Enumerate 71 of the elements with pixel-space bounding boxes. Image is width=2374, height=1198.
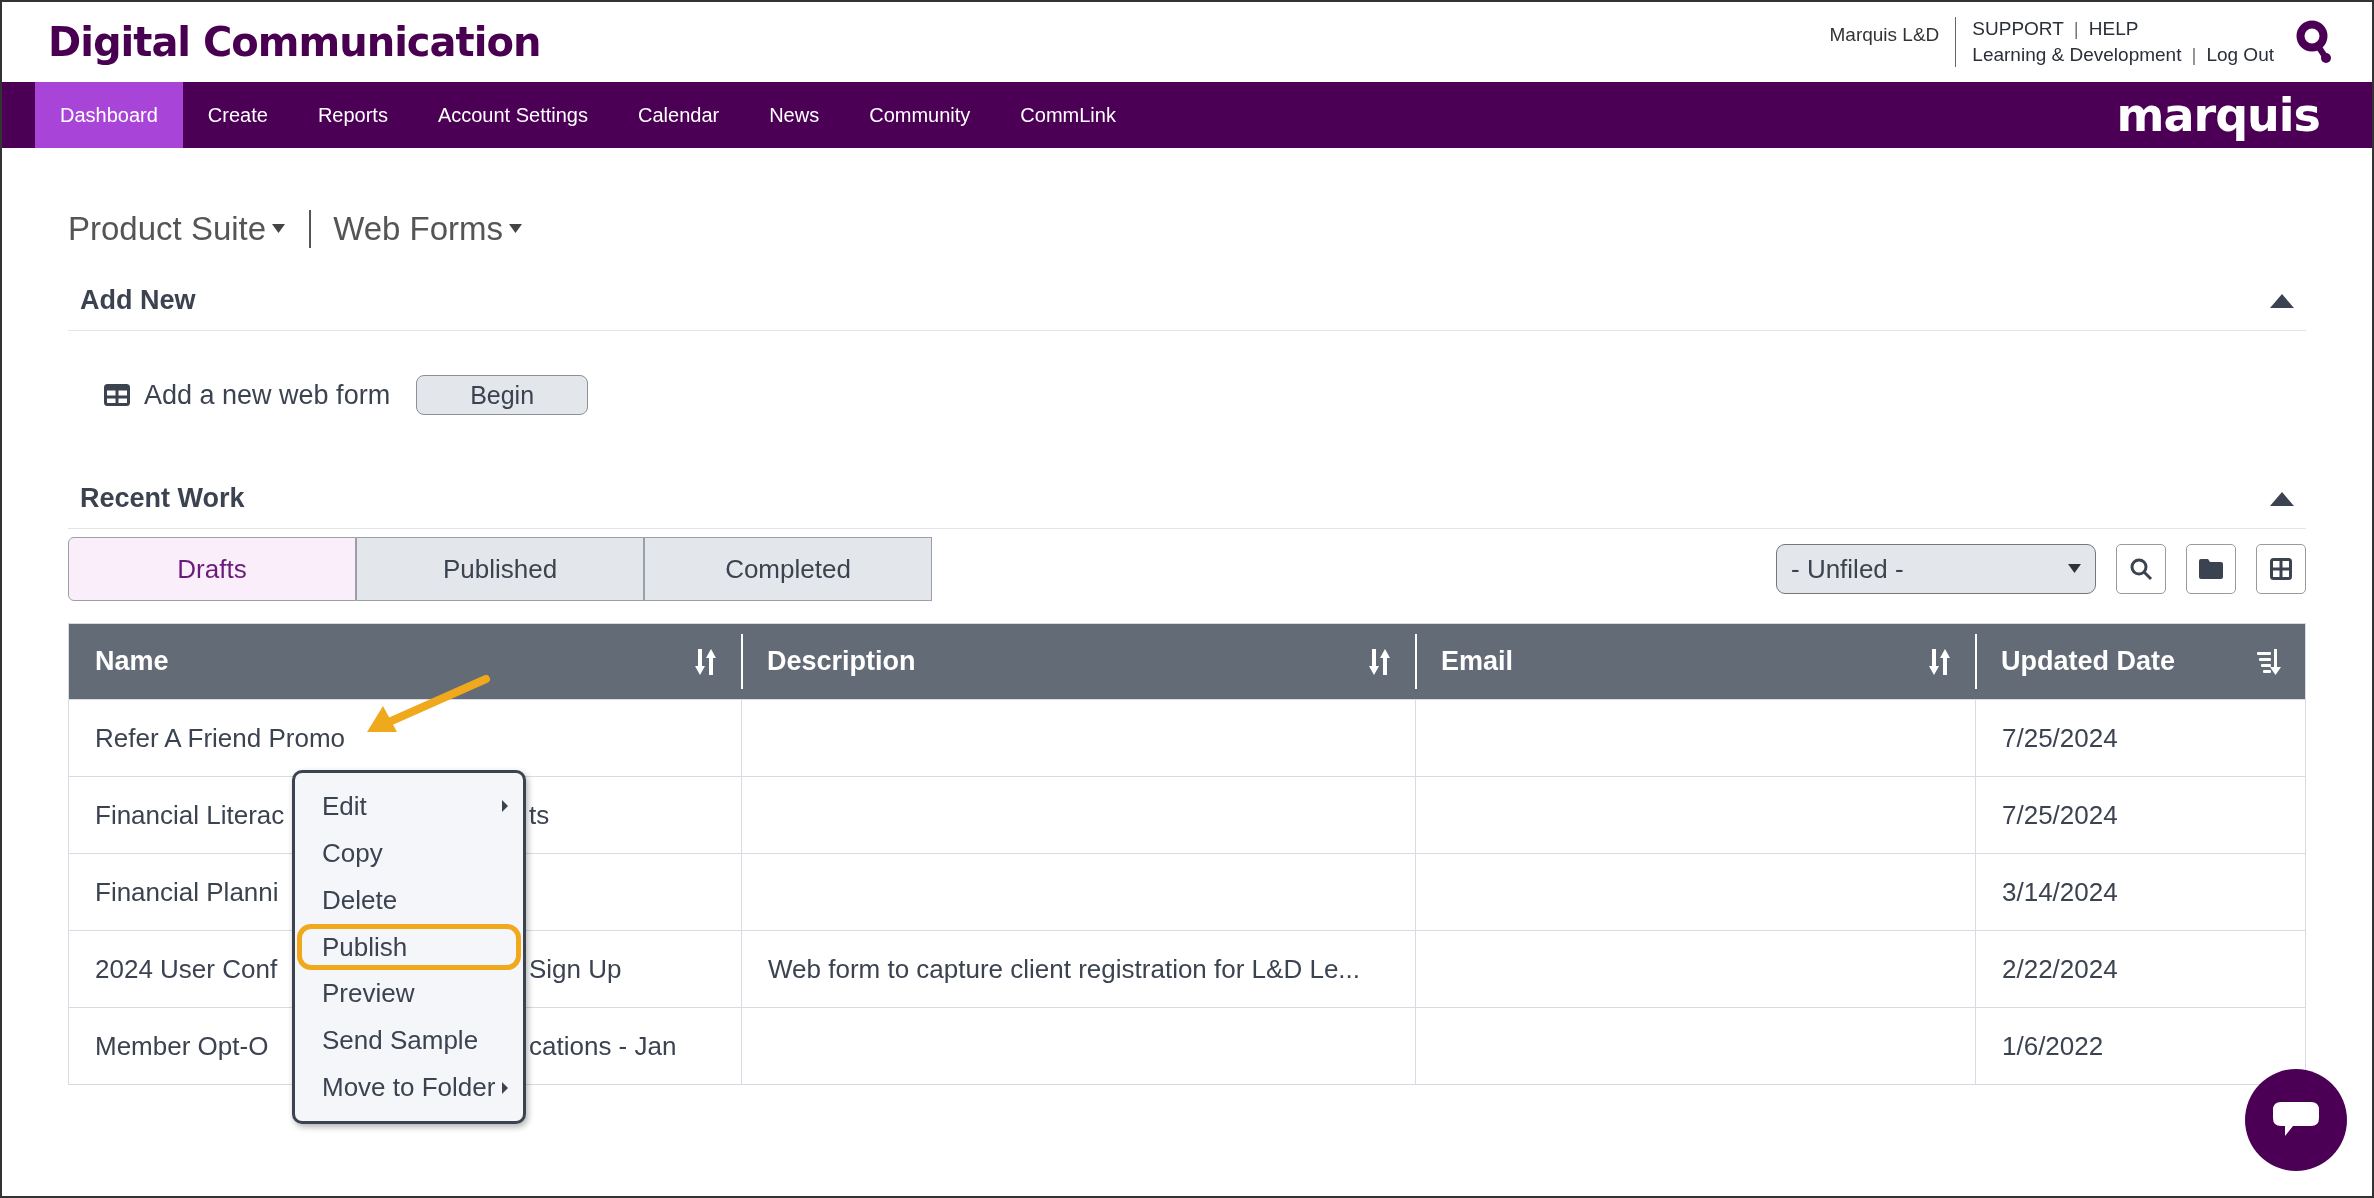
- grid-view-button[interactable]: [2256, 544, 2306, 594]
- search-icon[interactable]: [2296, 20, 2332, 64]
- nav-tab[interactable]: Dashboard: [35, 82, 183, 148]
- table-cell: 7/25/2024: [1975, 699, 2305, 776]
- collapse-icon[interactable]: [2270, 491, 2294, 506]
- table-cell: 7/25/2024: [1975, 776, 2305, 853]
- table-icon: [104, 384, 130, 406]
- column-label: Name: [95, 646, 169, 677]
- submenu-caret-icon: [502, 1081, 508, 1094]
- caret-down-icon: [272, 224, 286, 234]
- nav-tab[interactable]: Community: [844, 82, 996, 148]
- sort-descending-icon[interactable]: [2257, 648, 2281, 675]
- menu-item[interactable]: Preview: [297, 970, 521, 1018]
- menu-item[interactable]: Move to Folder: [297, 1064, 521, 1111]
- column-header[interactable]: Updated Date: [1975, 624, 2305, 699]
- nav-tab[interactable]: Create: [182, 82, 293, 148]
- search-button[interactable]: [2116, 544, 2166, 594]
- nav-tab[interactable]: Reports: [292, 82, 413, 148]
- cell-text: Sign Up: [529, 953, 622, 985]
- table-cell: Web form to capture client registration for L&D Le...: [741, 930, 1415, 1007]
- column-header[interactable]: Email: [1415, 624, 1975, 699]
- nav-tab[interactable]: News: [744, 82, 845, 148]
- breadcrumb-dropdown[interactable]: Web Forms: [333, 210, 547, 248]
- app-title: Digital Communication: [48, 19, 542, 65]
- column-header[interactable]: Description: [741, 624, 1415, 699]
- header-link[interactable]: SUPPORT: [1972, 18, 2064, 40]
- add-form-label: Add a new web form: [144, 379, 391, 411]
- header-link[interactable]: HELP: [2088, 18, 2139, 40]
- header-link[interactable]: Learning & Development: [1972, 44, 2182, 66]
- folder-icon: [2199, 559, 2223, 579]
- breadcrumb-dropdown[interactable]: Product Suite: [68, 210, 310, 248]
- header-link[interactable]: Log Out: [2206, 44, 2274, 66]
- section-title: Recent Work: [80, 483, 245, 514]
- work-tab[interactable]: Completed: [644, 537, 932, 601]
- nav-tab[interactable]: Calendar: [613, 82, 745, 148]
- column-header[interactable]: Name: [69, 624, 741, 699]
- sort-icon[interactable]: [1369, 648, 1391, 675]
- search-icon: [2129, 557, 2153, 581]
- table-cell: 2/22/2024: [1975, 930, 2305, 1007]
- link-separator: |: [2190, 44, 2198, 66]
- folder-select[interactable]: - Unfiled -: [1776, 544, 2096, 594]
- cell-text: cations - Jan: [529, 1030, 677, 1062]
- collapse-icon[interactable]: [2270, 293, 2294, 308]
- menu-item[interactable]: Send Sample: [297, 1017, 521, 1065]
- work-tab[interactable]: Drafts: [68, 537, 356, 601]
- grid-icon: [2270, 558, 2292, 580]
- column-label: Description: [767, 646, 916, 677]
- cell-text: 2024 User Conf: [95, 953, 278, 984]
- sort-icon[interactable]: [1929, 648, 1951, 675]
- menu-item[interactable]: Publish: [297, 923, 521, 971]
- sort-icon[interactable]: [695, 648, 717, 675]
- menu-item[interactable]: Edit: [297, 783, 521, 830]
- cell-text: Financial Literac: [95, 799, 285, 830]
- begin-button[interactable]: Begin: [416, 375, 589, 415]
- account-name: Marquis L&D: [1829, 24, 1941, 46]
- caret-down-icon: [509, 224, 523, 234]
- work-tab[interactable]: Published: [356, 537, 644, 601]
- cell-text: Member Opt-O: [95, 1030, 269, 1061]
- brand-logo: marquis: [2116, 88, 2320, 142]
- column-label: Email: [1441, 646, 1514, 677]
- folder-button[interactable]: [2186, 544, 2236, 594]
- section-title: Add New: [80, 285, 196, 316]
- table-cell: 3/14/2024: [1975, 853, 2305, 930]
- nav-tab[interactable]: CommLink: [995, 82, 1141, 148]
- column-label: Updated Date: [2001, 646, 2176, 677]
- caret-down-icon: [2068, 564, 2081, 574]
- link-separator: |: [2072, 18, 2080, 40]
- cell-text: ts: [529, 799, 550, 831]
- nav-tab[interactable]: Account Settings: [412, 82, 613, 148]
- submenu-caret-icon: [502, 800, 508, 813]
- menu-item[interactable]: Delete: [297, 876, 521, 924]
